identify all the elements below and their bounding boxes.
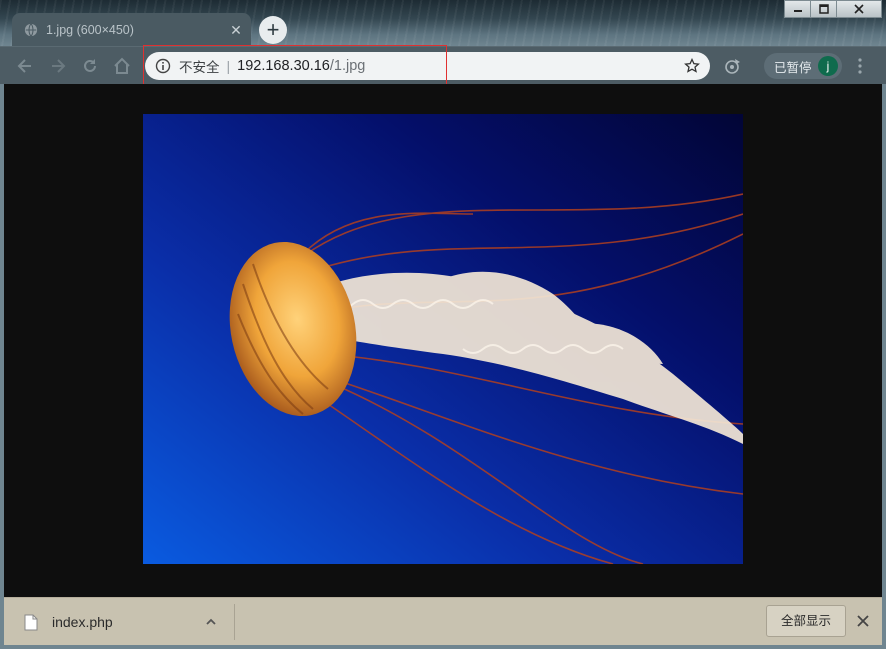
close-icon[interactable] [856,614,870,628]
close-icon [854,4,864,14]
globe-icon [24,23,38,36]
chevron-up-icon[interactable] [204,615,218,629]
maximize-button[interactable] [810,0,837,18]
shelf-divider [234,604,235,640]
window-border-right [882,84,886,649]
download-item[interactable]: index.php [24,609,113,635]
close-window-button[interactable] [836,0,882,18]
extension-icon[interactable] [724,57,742,75]
jellyfish-photo[interactable] [143,114,743,564]
browser-tab[interactable]: 1.jpg (600×450) ✕ [12,13,251,46]
profile-status: 已暂停 [774,60,812,75]
close-icon[interactable]: ✕ [227,21,245,39]
kebab-menu-icon[interactable] [855,57,865,75]
download-file-name: index.php [52,614,113,630]
star-icon[interactable] [684,58,700,74]
avatar: j [818,56,838,76]
download-shelf: index.php 全部显示 [4,597,882,645]
home-icon[interactable] [112,56,132,76]
show-all-button[interactable]: 全部显示 [766,605,846,637]
file-icon [24,614,38,630]
url-highlight-box [143,45,447,88]
new-tab-button[interactable]: + [259,16,287,44]
window-controls [784,0,882,18]
window-border-bottom [0,645,886,649]
minimize-icon [793,10,802,12]
forward-arrow-icon[interactable] [48,56,68,76]
profile-paused-button[interactable]: 已暂停 j [764,53,842,79]
tab-title: 1.jpg (600×450) [46,22,134,37]
reload-icon[interactable] [80,56,100,76]
back-arrow-icon[interactable] [15,56,35,76]
title-bar: 1.jpg (600×450) ✕ + [0,0,886,46]
maximize-icon [818,4,829,14]
minimize-button[interactable] [784,0,811,18]
page-viewport [4,84,882,597]
window-border-left [0,84,4,649]
